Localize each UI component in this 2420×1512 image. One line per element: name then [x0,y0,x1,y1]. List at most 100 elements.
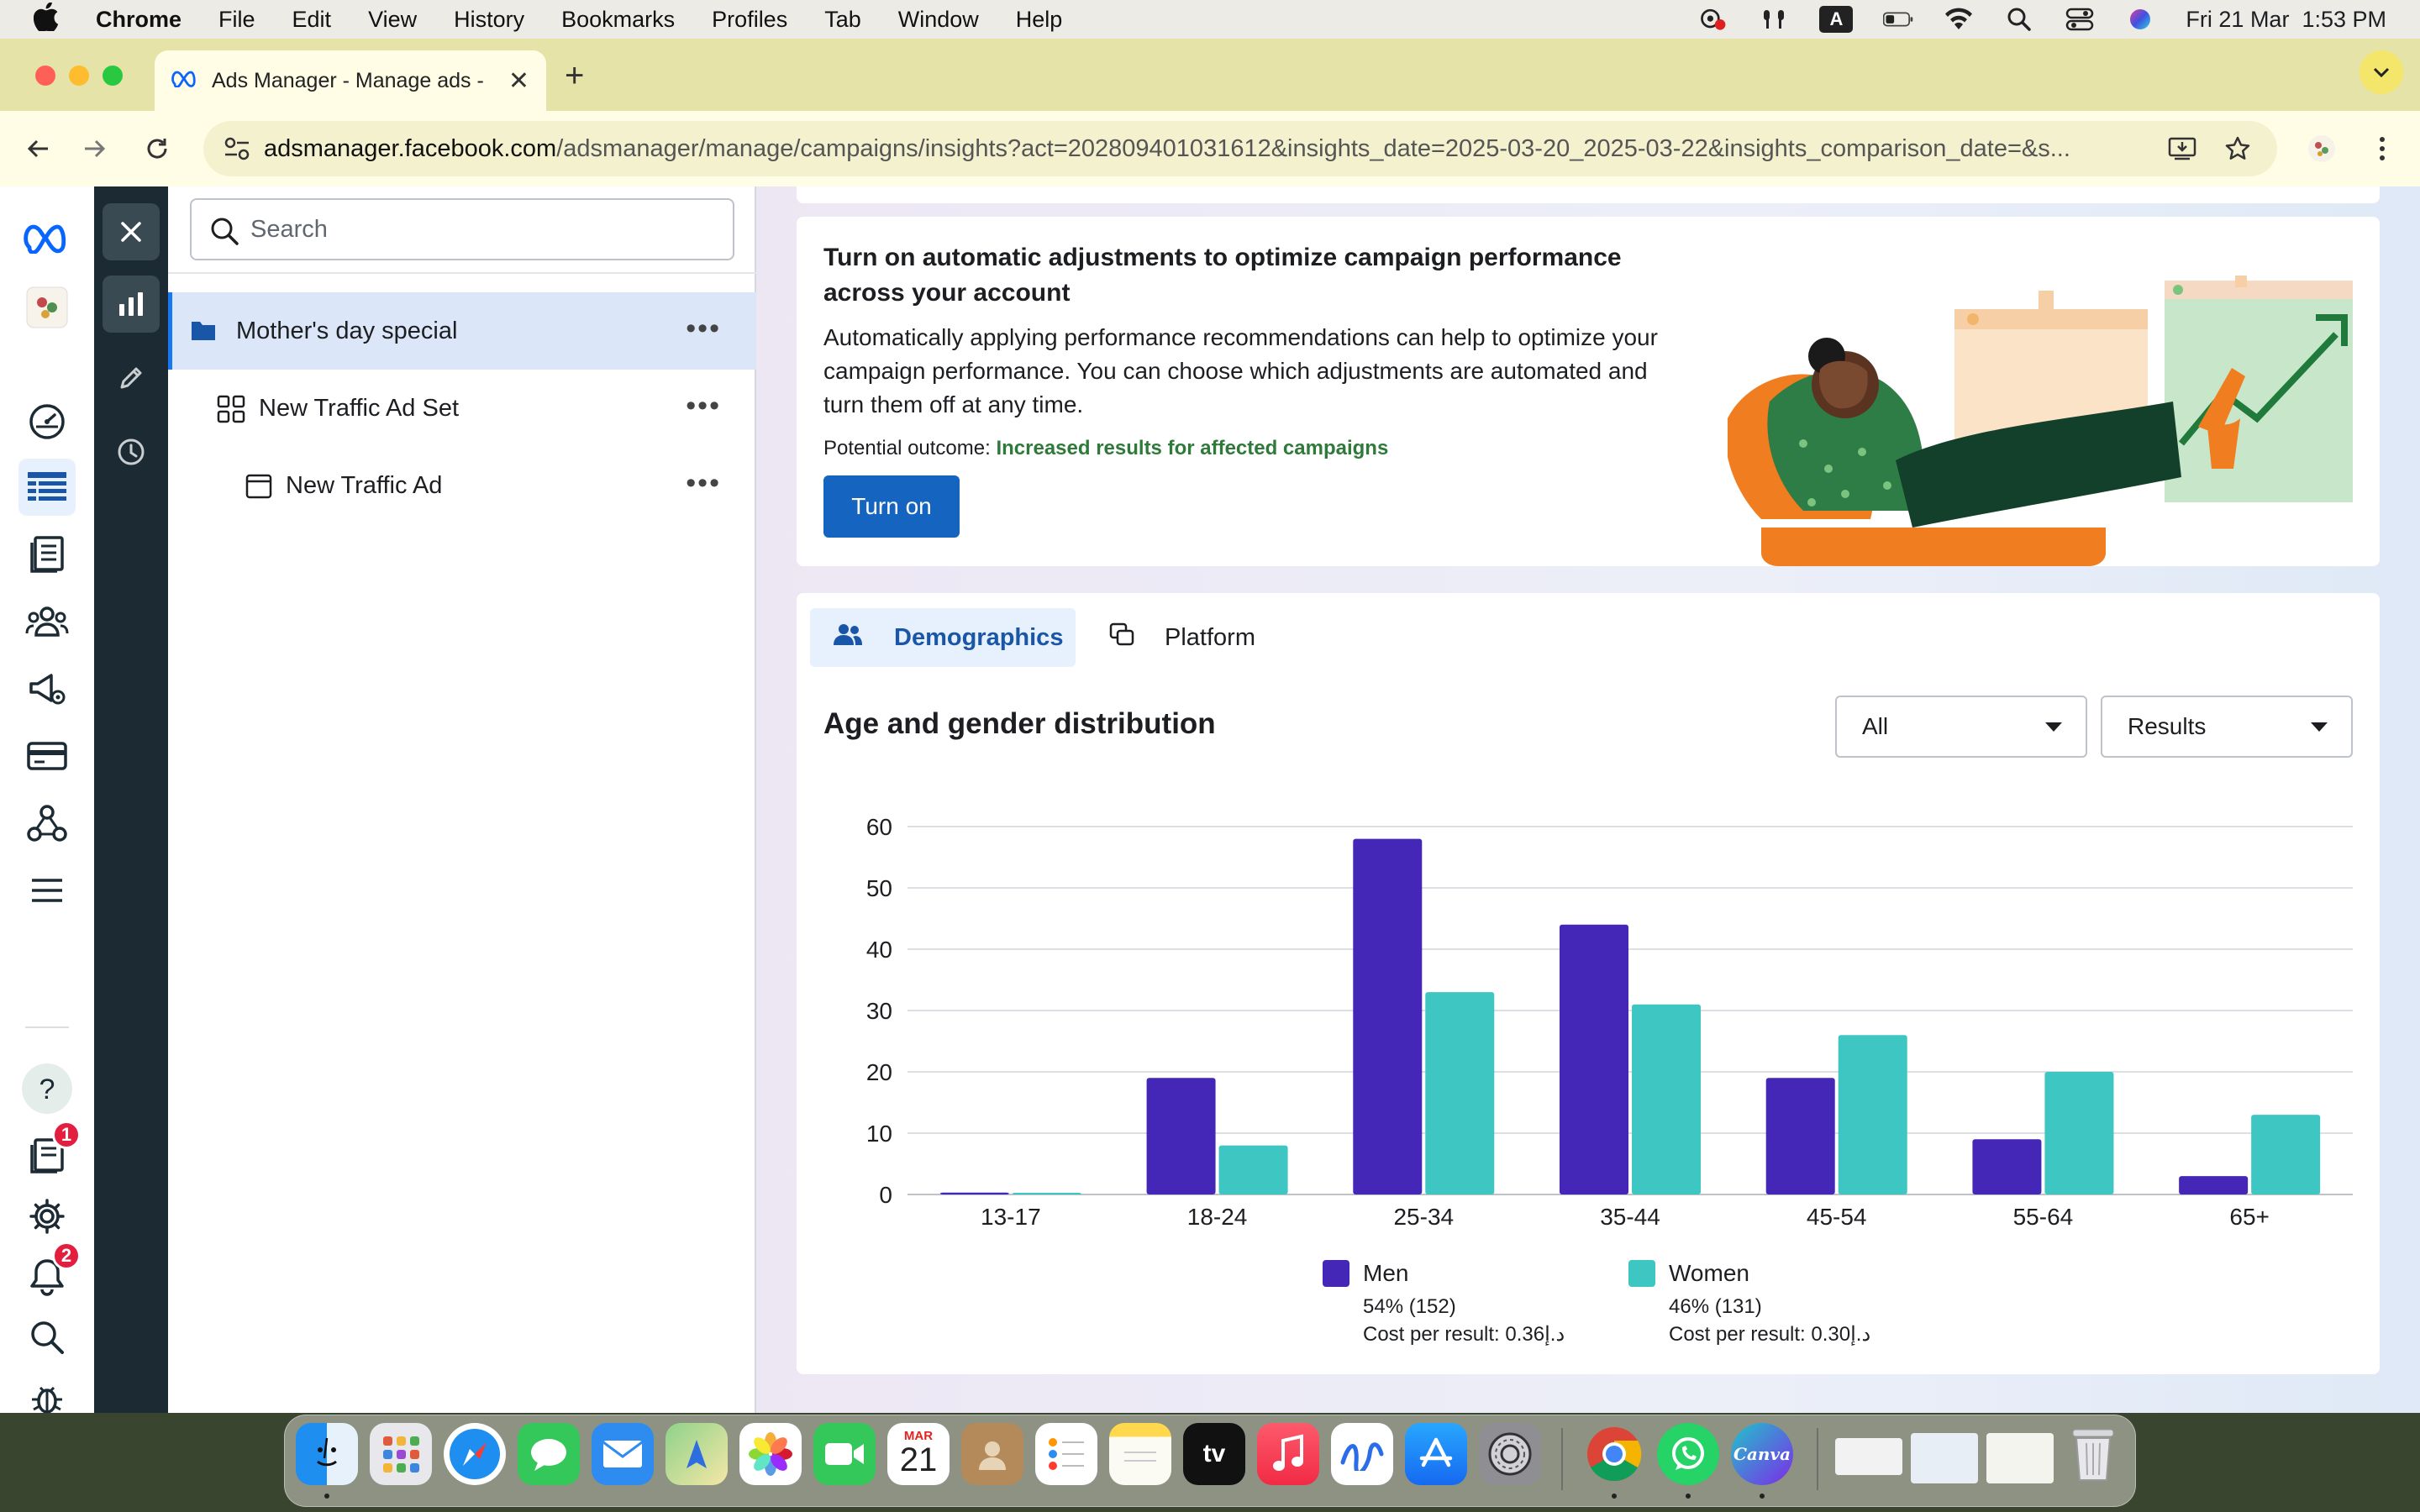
meta-logo-icon[interactable] [18,210,76,267]
notifications-bell-icon[interactable]: 2 [18,1242,81,1305]
text-input-icon[interactable]: A [1819,6,1854,33]
new-tab-icon[interactable]: + [565,57,584,95]
metric-select[interactable]: Results [2101,696,2353,758]
search-icon[interactable] [18,1309,76,1366]
back-arrow-icon[interactable] [18,129,57,168]
ads-reporting-news-icon[interactable]: 1 [18,1121,81,1184]
airpods-icon[interactable] [1759,8,1789,30]
menu-help[interactable]: Help [1016,7,1063,33]
tab-search-chevron-icon[interactable] [2360,50,2403,94]
chrome-icon[interactable] [1583,1423,1645,1485]
address-bar[interactable]: adsmanager.facebook.com/adsmanager/manag… [203,121,2277,176]
mail-icon[interactable] [592,1423,654,1485]
menu-tab[interactable]: Tab [824,7,861,33]
site-info-icon[interactable] [224,136,250,168]
menu-app-name[interactable]: Chrome [96,7,182,33]
menu-profiles[interactable]: Profiles [712,7,787,33]
window-close-button[interactable] [35,66,55,86]
canva-icon[interactable]: Canva [1731,1423,1793,1485]
bar-men[interactable] [1972,1139,2042,1194]
billing-icon[interactable] [18,727,76,785]
edit-pencil-icon[interactable] [103,349,160,407]
notes-icon[interactable] [1109,1423,1171,1485]
messages-icon[interactable] [518,1423,580,1485]
tree-search-input[interactable] [250,215,704,244]
close-panel-icon[interactable] [103,203,160,260]
campaigns-table-icon[interactable] [18,459,76,516]
account-avatar-icon[interactable] [18,279,76,336]
contacts-icon[interactable] [961,1423,1023,1485]
siri-icon[interactable] [2125,8,2155,30]
more-options-icon[interactable]: ••• [686,469,721,497]
browser-menu-kebab-icon[interactable] [2363,129,2402,168]
menu-history[interactable]: History [454,7,524,33]
settings-gear-icon[interactable] [18,1188,76,1245]
bar-women[interactable] [1838,1035,1907,1194]
minimized-window-thumbnail[interactable] [1986,1433,2054,1483]
tab-demographics[interactable]: Demographics [810,608,1076,667]
bar-women[interactable] [1218,1145,1288,1194]
bar-women[interactable] [1632,1004,1701,1194]
app-store-icon[interactable] [1405,1423,1467,1485]
audiences-icon[interactable] [18,593,76,650]
apple-tv-icon[interactable]: tv [1183,1423,1245,1485]
apple-menu-icon[interactable] [33,1,62,37]
battery-icon[interactable] [1883,8,1913,30]
events-manager-icon[interactable] [18,795,76,852]
window-minimize-button[interactable] [69,66,89,86]
extension-avatar-icon[interactable] [2302,129,2341,168]
trash-icon[interactable] [2062,1423,2124,1485]
bar-men[interactable] [1560,924,1628,1194]
tab-close-icon[interactable]: ✕ [508,66,529,96]
menu-view[interactable]: View [368,7,417,33]
tree-item-ad[interactable]: New Traffic Ad ••• [168,447,756,524]
bar-women[interactable] [2251,1115,2321,1194]
bar-women[interactable] [1425,992,1495,1194]
finder-icon[interactable] [296,1423,358,1485]
minimized-window-thumbnail[interactable] [1911,1433,1978,1483]
browser-tab-active[interactable]: Ads Manager - Manage ads - ✕ [155,50,546,111]
whatsapp-icon[interactable] [1657,1423,1719,1485]
report-bug-icon[interactable] [18,1369,76,1413]
menu-bookmarks[interactable]: Bookmarks [561,7,675,33]
tree-search-box[interactable] [190,198,734,260]
maps-icon[interactable] [666,1423,728,1485]
launchpad-icon[interactable] [370,1423,432,1485]
safari-icon[interactable] [444,1423,506,1485]
reminders-icon[interactable] [1035,1423,1097,1485]
bar-men[interactable] [1765,1078,1835,1194]
calendar-icon[interactable]: MAR 21 [887,1423,950,1485]
bar-women[interactable] [1012,1193,1081,1194]
spotlight-icon[interactable] [2004,8,2034,31]
all-tools-menu-icon[interactable] [18,862,76,919]
bar-men[interactable] [2179,1176,2249,1194]
facetime-icon[interactable] [813,1423,876,1485]
install-app-icon[interactable] [2163,129,2202,168]
bar-men[interactable] [939,1192,1009,1194]
history-clock-icon[interactable] [103,423,160,480]
wifi-icon[interactable] [1944,8,1974,30]
system-settings-icon[interactable] [1479,1423,1541,1485]
more-options-icon[interactable]: ••• [686,314,721,343]
tree-item-campaign[interactable]: Mother's day special ••• [168,292,756,370]
tab-platform[interactable]: Platform [1099,608,1284,667]
forward-arrow-icon[interactable] [76,129,114,168]
bar-men[interactable] [1146,1078,1216,1194]
help-icon[interactable]: ? [18,1060,76,1117]
insights-chart-icon[interactable] [103,276,160,333]
minimized-window-thumbnail[interactable] [1835,1438,1902,1475]
photos-icon[interactable] [739,1423,802,1485]
control-center-icon[interactable] [2065,8,2095,31]
music-icon[interactable] [1257,1423,1319,1485]
more-options-icon[interactable]: ••• [686,391,721,420]
menu-window[interactable]: Window [898,7,979,33]
reload-icon[interactable] [138,129,176,168]
menu-edit[interactable]: Edit [292,7,332,33]
turn-on-button[interactable]: Turn on [823,475,960,538]
bookmark-star-icon[interactable] [2218,129,2257,168]
bar-men[interactable] [1353,838,1423,1194]
freeform-icon[interactable] [1331,1423,1393,1485]
ads-reporting-icon[interactable] [18,526,76,583]
gender-filter-select[interactable]: All [1835,696,2087,758]
menu-bar-clock[interactable]: Fri 21 Mar 1:53 PM [2186,7,2386,33]
